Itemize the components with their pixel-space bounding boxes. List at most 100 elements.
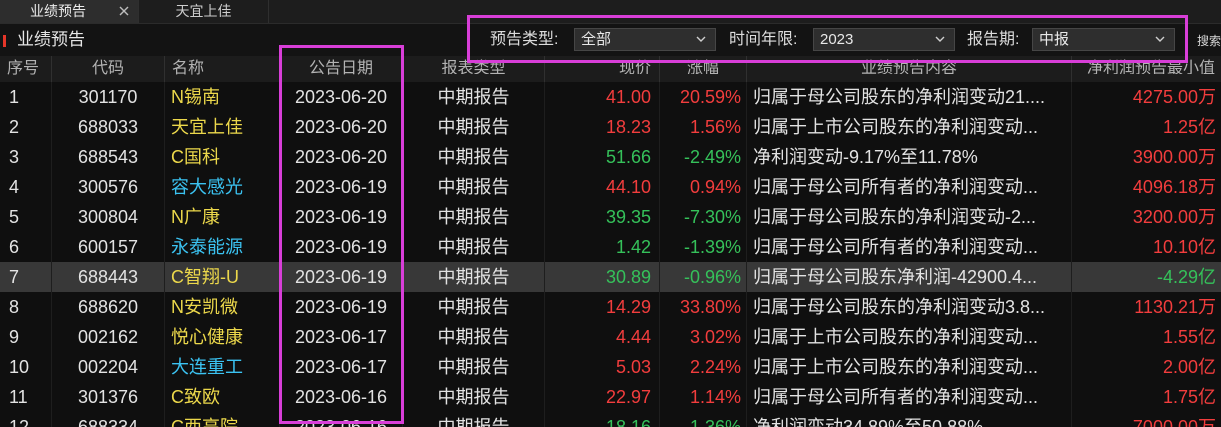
- column-header-change[interactable]: 涨幅: [660, 56, 747, 82]
- table-body: 1 301170 N锡南 2023-06-20 中期报告 41.00 20.59% 归属于母公…: [0, 82, 1221, 427]
- table-row[interactable]: 10 002204 大连重工 2023-06-17 中期报告 5.03 2.24% 归属于上市…: [0, 352, 1221, 382]
- column-header-label: 业绩预告内容: [860, 60, 957, 74]
- table-row[interactable]: 2 688033 天宜上佳 2023-06-20 中期报告 18.23 1.56% 归属于上市…: [0, 112, 1221, 142]
- cell-forecast-content: 归属于上市公司股东的净利润变动...: [747, 352, 1072, 382]
- cell-index: 7: [0, 262, 52, 292]
- cell-index: 12: [0, 412, 52, 427]
- cell-change: 1.56%: [660, 112, 747, 142]
- column-header-price[interactable]: 现价: [545, 56, 660, 82]
- cell-report-type: 中期报告: [403, 352, 545, 382]
- cell-change: 2.24%: [660, 352, 747, 382]
- cell-stock-name: N广康: [165, 202, 280, 232]
- cell-code: 301376: [52, 382, 165, 412]
- cell-min-net-profit: 3200.00万: [1132, 207, 1216, 227]
- cell-index: 4: [0, 172, 52, 202]
- cell-forecast-content: 净利润变动-9.17%至11.78%: [747, 142, 1072, 172]
- cell-min-net-profit: -4.29亿: [1156, 267, 1216, 287]
- cell-stock-name: C国科: [165, 142, 280, 172]
- cell-stock-name: N安凯微: [165, 292, 280, 322]
- cell-price: 14.29: [545, 292, 660, 322]
- table-row[interactable]: 3 688543 C国科 2023-06-20 中期报告 51.66 -2.49% 净利润变动…: [0, 142, 1221, 172]
- app-window: 业绩预告 天宜上佳 业绩预告 预告类型: 全部 时间年限: 2023 报告期: …: [0, 0, 1221, 427]
- table-row[interactable]: 5 300804 N广康 2023-06-19 中期报告 39.35 -7.30% 归属于母公…: [0, 202, 1221, 232]
- column-header-announce-date[interactable]: 公告日期: [280, 56, 403, 82]
- cell-change: 0.94%: [660, 172, 747, 202]
- column-header-index[interactable]: 序号: [0, 56, 52, 82]
- cell-stock-name: 大连重工: [165, 352, 280, 382]
- cell-min-net-profit: 4096.18万: [1132, 177, 1216, 197]
- cell-forecast-content: 归属于母公司股东净利润-42900.4...: [747, 262, 1072, 292]
- table-row[interactable]: 9 002162 悦心健康 2023-06-17 中期报告 4.44 3.02% 归属于上市公…: [0, 322, 1221, 352]
- cell-stock-name: 悦心健康: [165, 322, 280, 352]
- search-button[interactable]: 搜索: [1197, 34, 1221, 48]
- table-row[interactable]: 7 688443 C智翔-U 2023-06-19 中期报告 30.89 -0.96% 归属于…: [0, 262, 1221, 292]
- cell-index: 5: [0, 202, 52, 232]
- cell-report-type: 中期报告: [403, 262, 545, 292]
- table-row[interactable]: 1 301170 N锡南 2023-06-20 中期报告 41.00 20.59% 归属于母公…: [0, 82, 1221, 112]
- page-title: 业绩预告: [17, 30, 85, 49]
- cell-code: 300804: [52, 202, 165, 232]
- cell-report-type: 中期报告: [403, 82, 545, 112]
- cell-report-type: 中期报告: [403, 322, 545, 352]
- report-period-select[interactable]: 中报: [1032, 28, 1175, 51]
- cell-stock-name: 永泰能源: [165, 232, 280, 262]
- column-header-label: 涨幅: [686, 60, 719, 74]
- cell-price: 1.42: [545, 232, 660, 262]
- column-header-forecast-content[interactable]: 业绩预告内容: [747, 56, 1072, 82]
- cell-forecast-content: 归属于母公司所有者的净利润变动...: [747, 172, 1072, 202]
- cell-report-type: 中期报告: [403, 412, 545, 427]
- cell-code: 300576: [52, 172, 165, 202]
- table-row[interactable]: 6 600157 永泰能源 2023-06-19 中期报告 1.42 -1.39% 归属于母公…: [0, 232, 1221, 262]
- cell-min-net-profit: 1.25亿: [1162, 117, 1216, 137]
- chevron-down-icon: [935, 36, 945, 43]
- table-row[interactable]: 8 688620 N安凯微 2023-06-19 中期报告 14.29 33.80% 归属于母…: [0, 292, 1221, 322]
- cell-price: 4.44: [545, 322, 660, 352]
- table-row[interactable]: 12 688334 C西高院 2023-06-16 中期报告 18.16 1.36% 净利润变…: [0, 412, 1221, 427]
- cell-announce-date: 2023-06-17: [280, 322, 403, 352]
- cell-announce-date: 2023-06-17: [280, 352, 403, 382]
- cell-forecast-content: 归属于上市公司股东的净利润变动...: [747, 112, 1072, 142]
- cell-change: -2.49%: [660, 142, 747, 172]
- cell-min-net-profit: 1.75亿: [1162, 387, 1216, 407]
- column-header-min-net-profit[interactable]: 净利润预告最小值: [1072, 56, 1221, 82]
- cell-code: 002204: [52, 352, 165, 382]
- column-header-label: 名称: [172, 60, 205, 77]
- cell-forecast-content: 归属于母公司股东的净利润变动-2...: [747, 202, 1072, 232]
- column-header-report-type[interactable]: 报表类型: [403, 56, 545, 82]
- year-range-select[interactable]: 2023: [813, 28, 955, 51]
- cell-min-net-profit: 3900.00万: [1132, 147, 1216, 167]
- cell-stock-name: 容大感光: [165, 172, 280, 202]
- forecast-type-label: 预告类型:: [490, 31, 559, 48]
- column-header-code[interactable]: 代码: [52, 56, 165, 82]
- cell-code: 688620: [52, 292, 165, 322]
- cell-index: 2: [0, 112, 52, 142]
- cell-announce-date: 2023-06-20: [280, 142, 403, 172]
- cell-min-net-profit: 4275.00万: [1132, 87, 1216, 107]
- tab-earnings-forecast[interactable]: 业绩预告: [0, 0, 139, 23]
- cell-stock-name: N锡南: [165, 82, 280, 112]
- cell-announce-date: 2023-06-16: [280, 412, 403, 427]
- forecast-type-select[interactable]: 全部: [574, 28, 716, 51]
- chevron-down-icon: [696, 36, 706, 43]
- table-row[interactable]: 4 300576 容大感光 2023-06-19 中期报告 44.10 0.94% 归属于母公…: [0, 172, 1221, 202]
- cell-price: 18.16: [545, 412, 660, 427]
- tab-label: 业绩预告: [30, 3, 86, 19]
- column-header-name[interactable]: 名称: [165, 56, 280, 82]
- cell-stock-name: C智翔-U: [165, 262, 280, 292]
- column-header-label: 净利润预告最小值: [1086, 60, 1215, 74]
- close-icon[interactable]: [119, 6, 129, 16]
- cell-index: 10: [0, 352, 52, 382]
- cell-code: 688543: [52, 142, 165, 172]
- tab-stock-tianyi-shangjia[interactable]: 天宜上佳: [139, 0, 269, 23]
- table-header: 序号 代码 名称 公告日期 报表类型 现价 涨幅 业绩预告内容 净利润预告最小值: [0, 56, 1221, 82]
- column-header-label: 报表类型: [441, 60, 506, 74]
- cell-min-net-profit: 1.55亿: [1162, 327, 1216, 347]
- cell-code: 688033: [52, 112, 165, 142]
- table-row[interactable]: 11 301376 C致欧 2023-06-16 中期报告 22.97 1.14% 归属于母公…: [0, 382, 1221, 412]
- cell-forecast-content: 归属于母公司股东的净利润变动3.8...: [747, 292, 1072, 322]
- cell-announce-date: 2023-06-20: [280, 112, 403, 142]
- cell-price: 5.03: [545, 352, 660, 382]
- cell-change: 20.59%: [660, 82, 747, 112]
- cell-change: -0.96%: [660, 262, 747, 292]
- cell-code: 688443: [52, 262, 165, 292]
